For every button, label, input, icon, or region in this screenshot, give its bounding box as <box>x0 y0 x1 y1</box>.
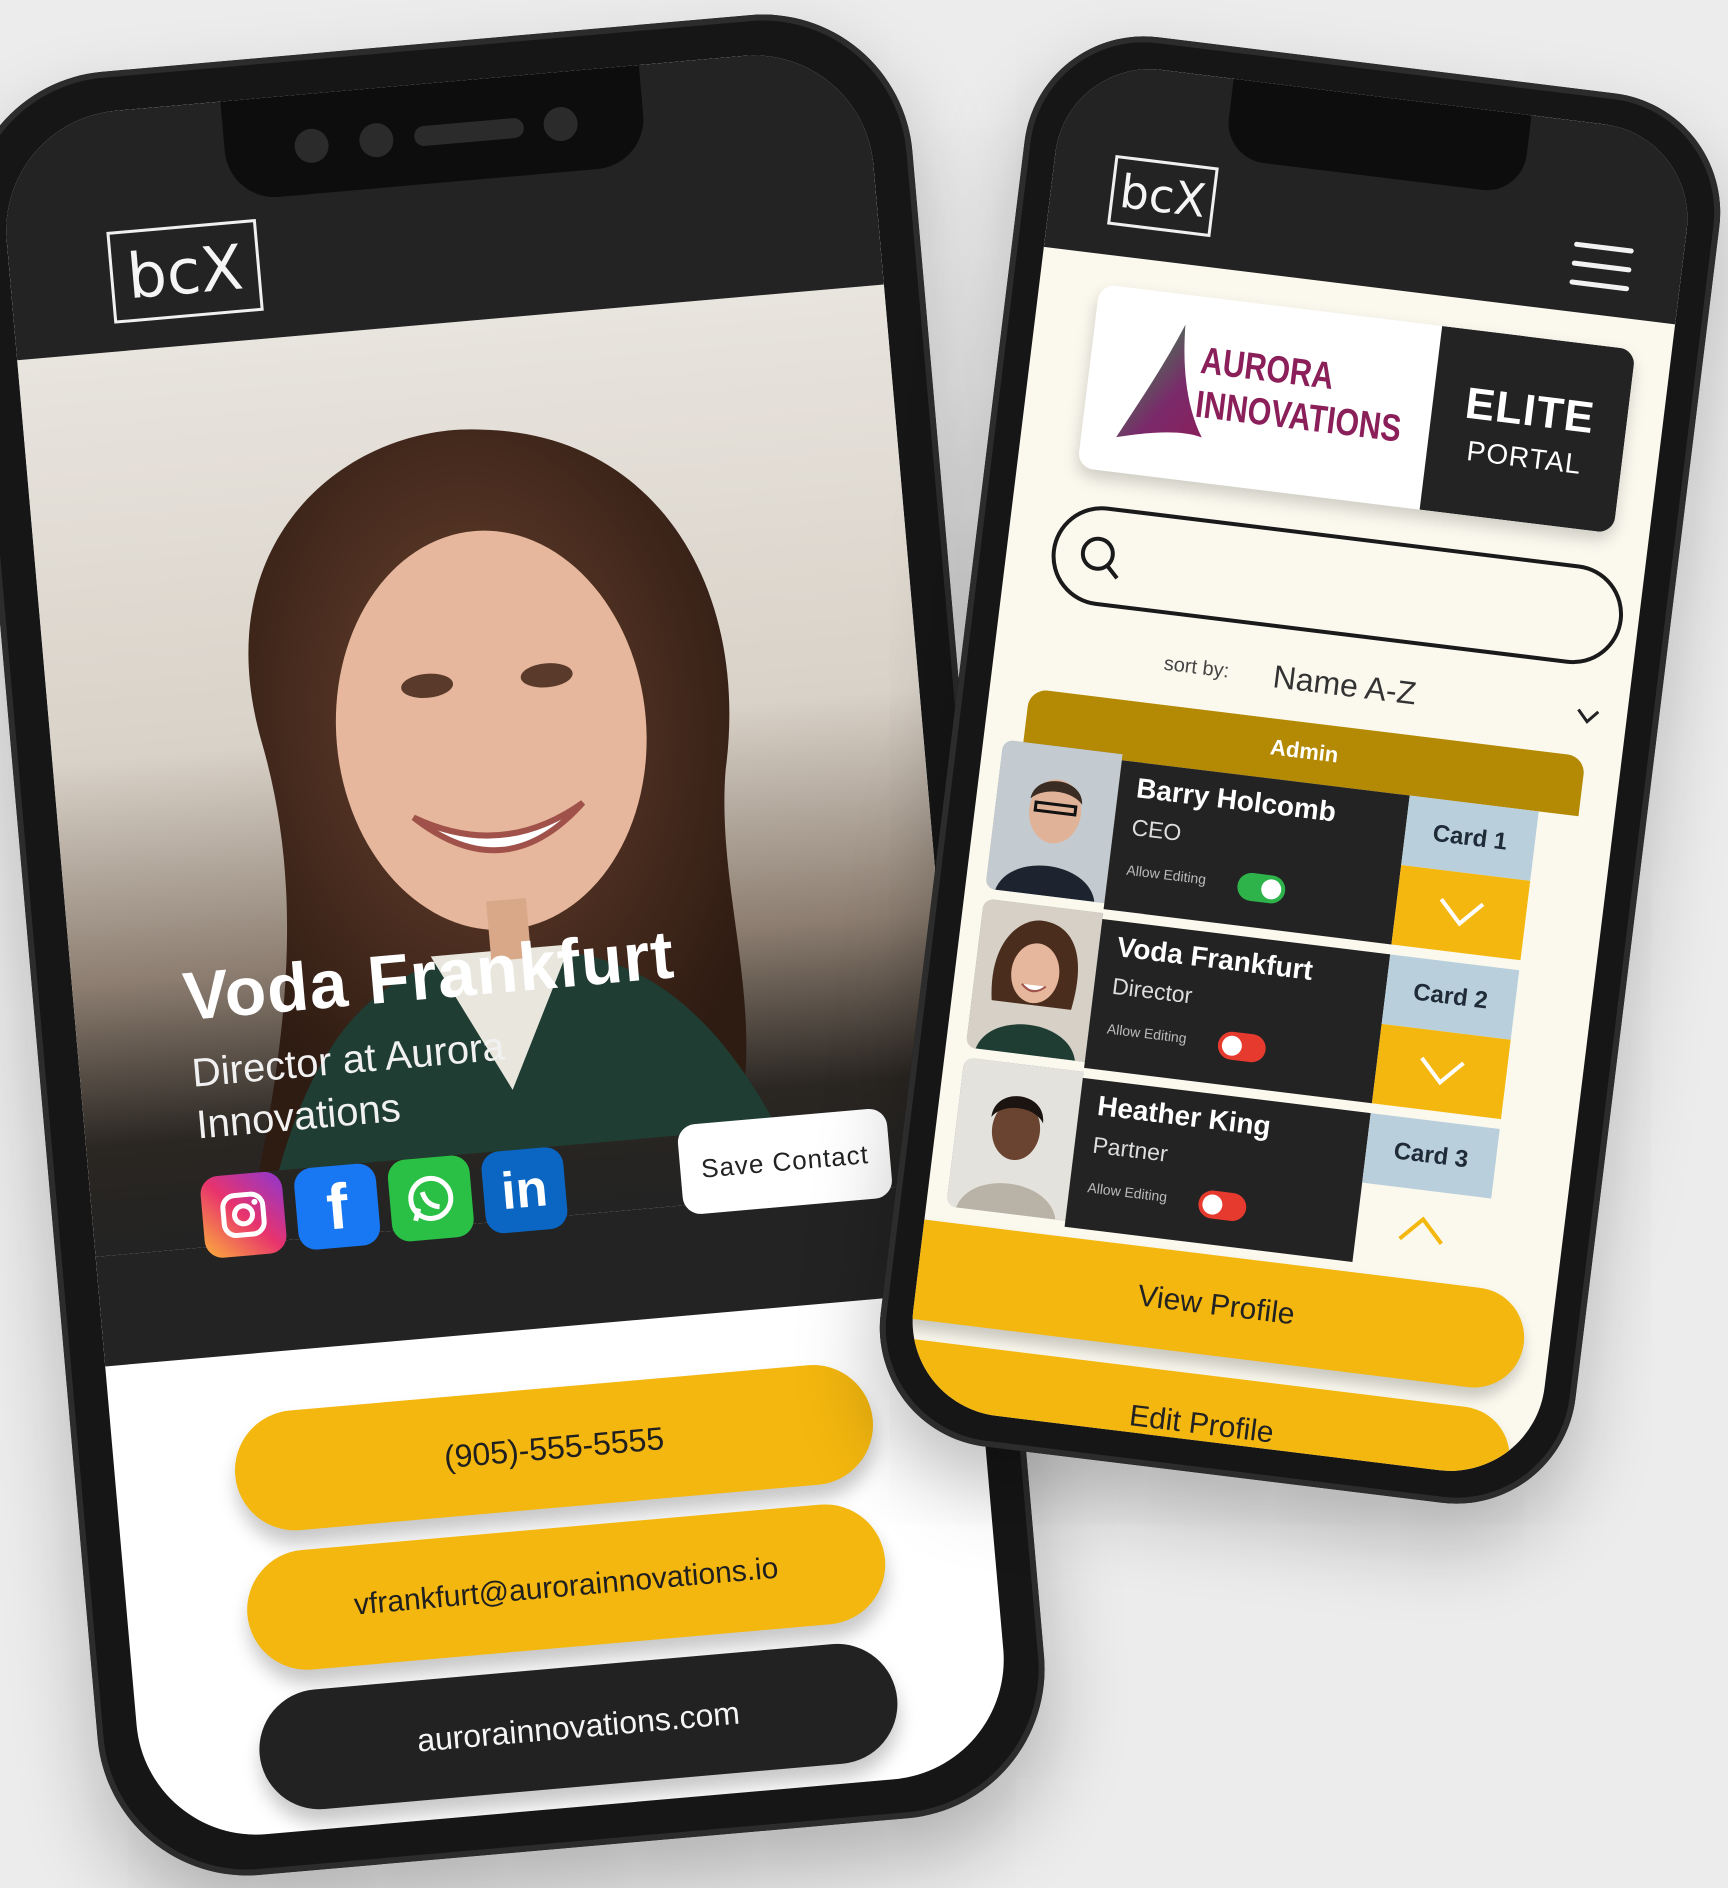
member-info: Voda Frankfurt Director Allow Editing <box>1084 919 1391 1104</box>
expand-button[interactable] <box>1391 865 1531 961</box>
bcx-logo[interactable]: bcX <box>1107 154 1219 238</box>
hamburger-menu-icon[interactable] <box>1568 241 1635 299</box>
member-role: CEO <box>1130 814 1183 846</box>
allow-editing-label: Allow Editing <box>1106 1020 1188 1047</box>
sensor-dot <box>357 121 395 159</box>
chevron-down-icon <box>1420 1056 1465 1086</box>
allow-editing-toggle[interactable] <box>1235 871 1287 905</box>
elite-portal-screen: bcX AURORA INNOVATIONS ELITE PORTAL sort… <box>901 58 1699 1482</box>
tier-badge: ELITE PORTAL <box>1419 326 1636 534</box>
chevron-up-icon <box>1398 1216 1443 1245</box>
member-info: Heather King Partner Allow Editing <box>1064 1077 1371 1263</box>
tier-label: ELITE <box>1462 378 1598 443</box>
portal-label: PORTAL <box>1465 434 1584 480</box>
member-role: Partner <box>1091 1131 1170 1167</box>
right-phone: bcX AURORA INNOVATIONS ELITE PORTAL sort… <box>866 22 1728 1518</box>
member-info: Barry Holcomb CEO Allow Editing <box>1103 760 1410 945</box>
avatar <box>985 739 1123 904</box>
facebook-icon[interactable]: f <box>292 1162 382 1252</box>
bcx-logo[interactable]: bcX <box>106 218 264 324</box>
sensor-dot <box>542 105 580 143</box>
contact-card-screen: bcX Voda Frankfurt Director at Aurora In… <box>0 45 1014 1845</box>
chevron-down-icon <box>1439 897 1485 927</box>
chevron-down-icon <box>1577 708 1600 724</box>
avatar-image <box>965 898 1104 1062</box>
save-contact-button[interactable]: Save Contact <box>676 1107 894 1216</box>
sort-value: Name A-Z <box>1271 658 1419 712</box>
linkedin-icon[interactable]: in <box>480 1145 569 1235</box>
allow-editing-toggle[interactable] <box>1196 1188 1248 1223</box>
whatsapp-icon[interactable] <box>386 1154 476 1243</box>
avatar <box>946 1057 1084 1221</box>
search-icon <box>1080 536 1119 580</box>
company-banner: AURORA INNOVATIONS ELITE PORTAL <box>1077 283 1636 534</box>
allow-editing-toggle[interactable] <box>1216 1030 1268 1064</box>
search-input[interactable] <box>1045 500 1629 670</box>
avatar-image <box>946 1057 1084 1221</box>
allow-editing-label: Allow Editing <box>1086 1179 1169 1205</box>
collapse-button[interactable] <box>1352 1183 1491 1278</box>
instagram-icon[interactable] <box>199 1170 288 1260</box>
allow-editing-label: Allow Editing <box>1125 861 1208 888</box>
member-role: Director <box>1110 972 1194 1009</box>
avatar <box>965 898 1104 1062</box>
company-name: AURORA INNOVATIONS <box>1193 339 1409 452</box>
whatsapp-glyph <box>408 1175 454 1222</box>
camera-dot <box>293 127 331 165</box>
instagram-glyph <box>220 1191 267 1238</box>
avatar-image <box>985 739 1123 904</box>
speaker-grille <box>413 117 525 147</box>
left-phone: bcX Voda Frankfurt Director at Aurora In… <box>0 2 1058 1888</box>
expand-button[interactable] <box>1371 1023 1511 1120</box>
sort-label: sort by: <box>1162 652 1231 683</box>
company-logo: AURORA INNOVATIONS <box>1077 284 1442 510</box>
